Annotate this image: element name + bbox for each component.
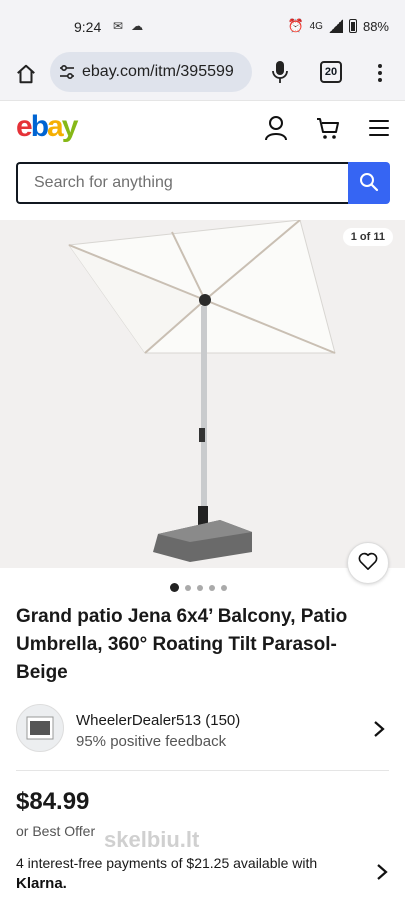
battery-level: 88% xyxy=(362,18,389,34)
hamburger-menu-icon[interactable] xyxy=(369,120,389,136)
microphone-icon[interactable] xyxy=(268,58,292,86)
network-label: 4G xyxy=(309,20,323,32)
heart-icon xyxy=(358,552,378,575)
search-input[interactable] xyxy=(16,162,348,204)
site-settings-icon[interactable] xyxy=(58,63,76,81)
pagination-dot[interactable] xyxy=(170,583,179,592)
product-image xyxy=(68,220,336,562)
image-pagination-dots[interactable] xyxy=(170,583,227,592)
seller-info[interactable]: WheelerDealer513 (150) 95% positive feed… xyxy=(16,704,390,754)
status-time: 9:24 xyxy=(74,19,102,35)
browser-menu-icon[interactable] xyxy=(370,60,390,86)
divider xyxy=(16,770,389,771)
ebay-header: ebay xyxy=(0,100,405,156)
pagination-dot[interactable] xyxy=(209,584,215,591)
battery-icon xyxy=(348,19,357,33)
search-bar xyxy=(16,162,390,204)
alarm-icon: ⏰ xyxy=(287,18,304,33)
product-title: Grand patio Jena 6x4’ Balcony, Patio Umb… xyxy=(16,606,348,683)
watermark: skelbiu.lt xyxy=(104,827,200,852)
tab-switcher-button[interactable]: 20 xyxy=(320,61,342,83)
product-image-gallery[interactable]: 1 of 11 xyxy=(0,220,405,568)
klarna-label: Klarna. xyxy=(16,875,67,892)
seller-name: WheelerDealer513 (150) xyxy=(76,712,241,729)
price: $84.99 xyxy=(16,788,90,815)
address-bar[interactable]: ebay.com/itm/395599 xyxy=(50,52,252,92)
url-text: ebay.com/itm/395599 xyxy=(82,63,234,80)
notification-icons: ✉ ☁ xyxy=(113,19,143,33)
status-right: ⏰ 4G 88% xyxy=(287,18,389,34)
seller-feedback: 95% positive feedback xyxy=(76,733,227,750)
signal-icon xyxy=(328,19,343,33)
search-icon xyxy=(359,172,379,195)
add-to-watchlist-button[interactable] xyxy=(347,542,389,584)
best-offer-label: or Best Offer xyxy=(16,823,96,839)
cart-icon[interactable] xyxy=(316,116,340,140)
installment-text: 4 interest-free payments of $21.25 avail… xyxy=(16,855,318,871)
pagination-dot[interactable] xyxy=(197,584,203,591)
ebay-logo[interactable]: ebay xyxy=(16,110,78,144)
search-button[interactable] xyxy=(348,162,390,204)
mail-icon: ✉ xyxy=(113,19,124,33)
pagination-dot[interactable] xyxy=(185,584,191,591)
user-icon[interactable] xyxy=(264,115,288,141)
chevron-right-icon[interactable] xyxy=(375,863,389,881)
chevron-right-icon xyxy=(372,720,386,738)
status-bar: 9:24 ✉ ☁ ⏰ 4G 88% xyxy=(0,0,405,52)
image-counter: 1 of 11 xyxy=(342,228,393,246)
home-icon[interactable] xyxy=(12,60,40,88)
seller-avatar xyxy=(16,704,64,752)
cloud-icon: ☁ xyxy=(131,19,144,33)
browser-toolbar: ebay.com/itm/395599 20 xyxy=(0,52,405,100)
installment-info[interactable]: 4 interest-free payments of $21.25 avail… xyxy=(16,853,361,894)
pagination-dot[interactable] xyxy=(221,584,227,591)
